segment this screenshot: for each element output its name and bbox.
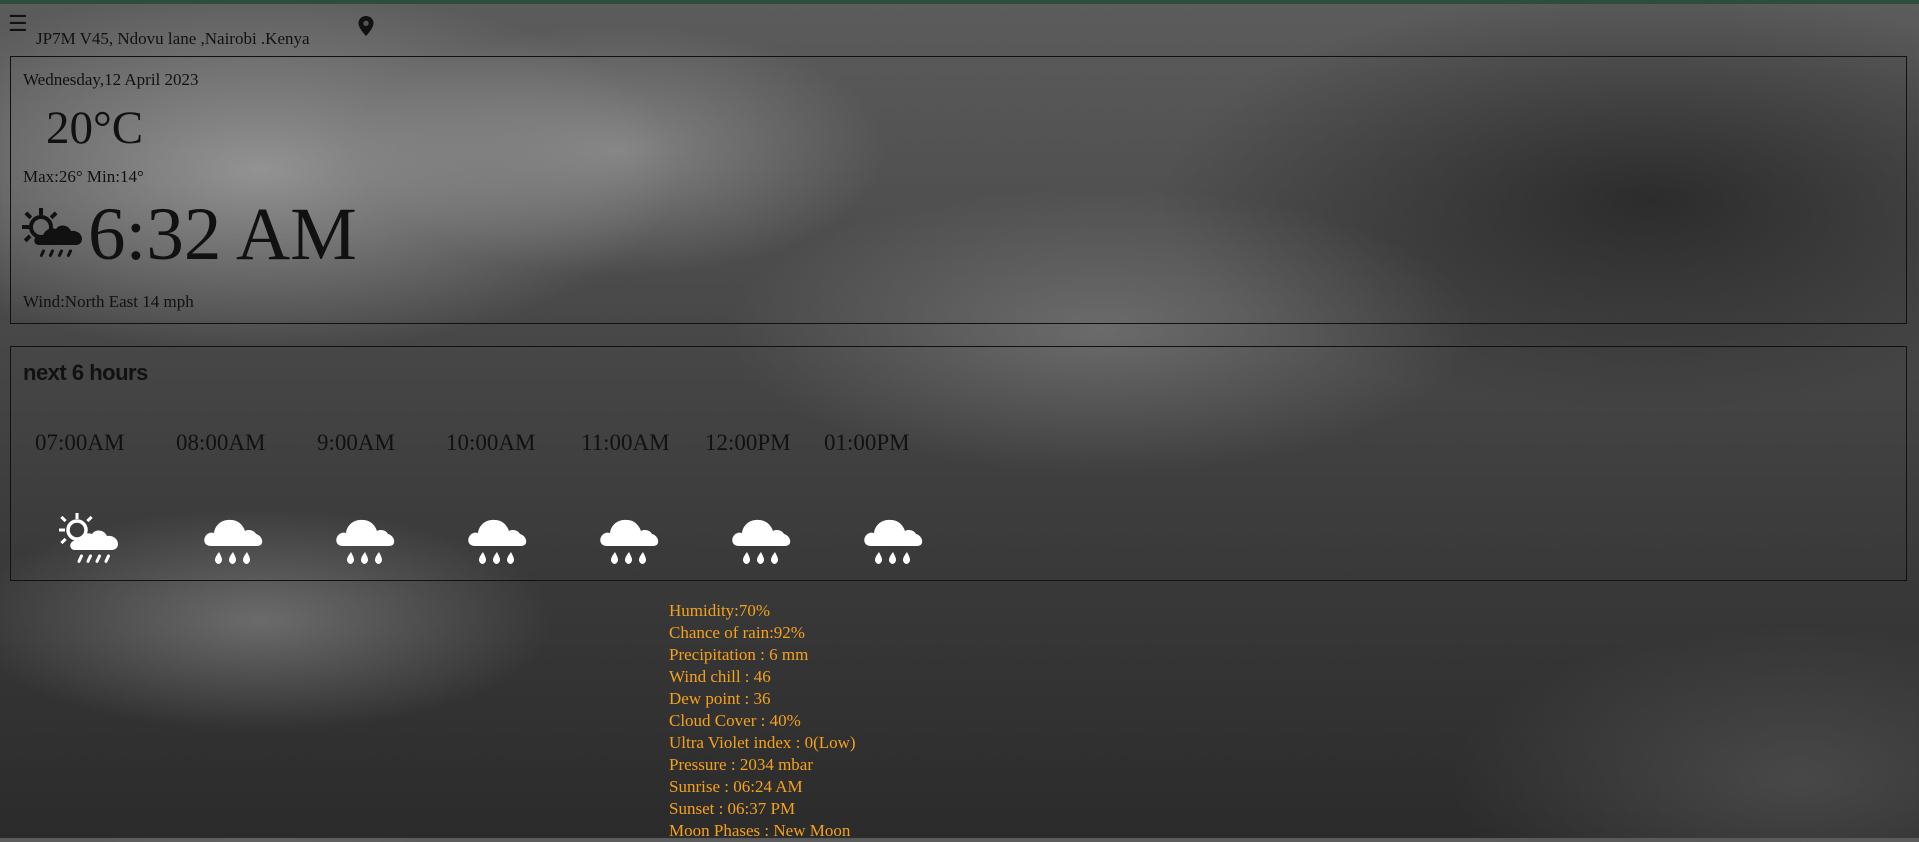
sunrise-detail: Sunrise : 06:24 AM — [669, 777, 803, 796]
hourly-forecast-title: next 6 hours — [23, 360, 148, 385]
hamburger-menu-icon[interactable]: ☰ — [8, 13, 28, 35]
top-accent-strip — [0, 0, 1919, 4]
current-time: 6:32 AM — [88, 193, 357, 276]
hour-label: 10:00AM — [446, 430, 536, 455]
hour-label: 9:00AM — [317, 430, 395, 455]
cloud-rain-icon — [468, 519, 527, 564]
sun-cloud-rain-icon — [22, 208, 82, 257]
hour-label: 12:00PM — [705, 430, 791, 455]
map-pin-icon[interactable] — [358, 16, 374, 36]
uv-index-detail: Ultra Violet index : 0(Low) — [669, 733, 856, 752]
cloud-rain-icon — [204, 519, 263, 564]
current-temperature: 20°C — [46, 102, 144, 154]
max-min-temperature: Max:26° Min:14° — [23, 167, 144, 186]
hour-label: 08:00AM — [176, 430, 266, 455]
hourly-forecast-card: next 6 hours 07:00AM 08:00AM 9:00AM 10:0… — [10, 346, 1907, 581]
hour-label: 01:00PM — [824, 430, 910, 455]
wind-chill-detail: Wind chill : 46 — [669, 667, 771, 686]
sun-cloud-rain-icon — [59, 513, 118, 563]
cloud-cover-detail: Cloud Cover : 40% — [669, 711, 801, 730]
cloud-rain-icon — [732, 519, 791, 564]
weather-details-list: Humidity:70% Chance of rain:92% Precipit… — [669, 600, 856, 842]
moon-phase-detail: Moon Phases : New Moon — [669, 821, 851, 840]
cloud-rain-icon — [600, 519, 659, 564]
cloud-rain-icon — [864, 519, 923, 564]
humidity-detail: Humidity:70% — [669, 601, 771, 620]
cloud-rain-icon — [336, 519, 395, 564]
pressure-detail: Pressure : 2034 mbar — [669, 755, 814, 774]
precipitation-detail: Precipitation : 6 mm — [669, 645, 809, 664]
dew-point-detail: Dew point : 36 — [669, 689, 771, 708]
chance-of-rain-detail: Chance of rain:92% — [669, 623, 805, 642]
hour-label: 11:00AM — [581, 430, 670, 455]
current-date: Wednesday,12 April 2023 — [23, 70, 199, 89]
sunset-detail: Sunset : 06:37 PM — [669, 799, 796, 818]
current-weather-card: Wednesday,12 April 2023 20°C Max:26° Min… — [10, 56, 1907, 324]
location-text: JP7M V45, Ndovu lane ,Nairobi .Kenya — [36, 29, 310, 48]
wind-info: Wind:North East 14 mph — [23, 292, 194, 311]
hour-label: 07:00AM — [35, 430, 125, 455]
